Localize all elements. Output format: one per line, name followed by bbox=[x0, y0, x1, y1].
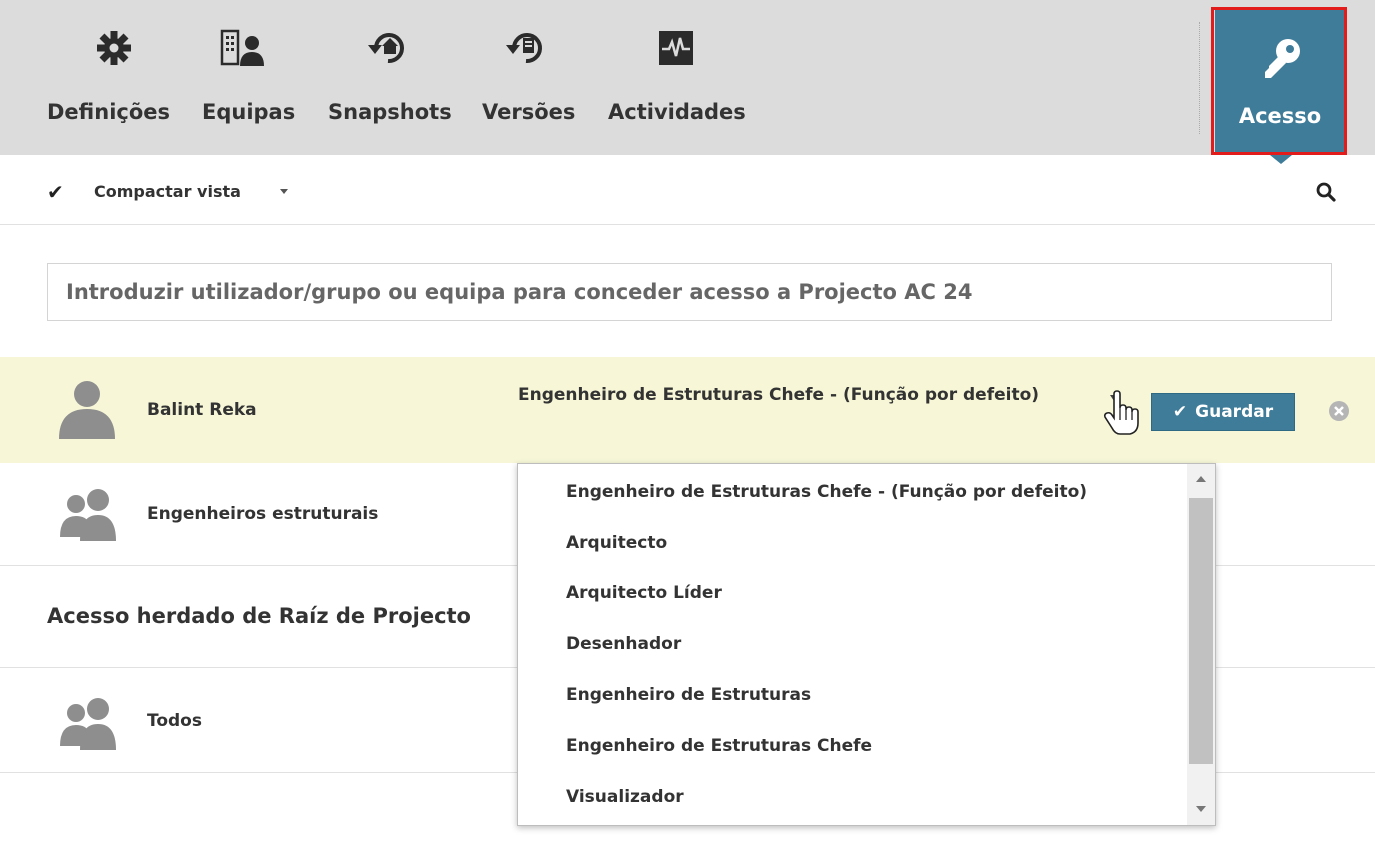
tab-snapshots[interactable]: Snapshots bbox=[328, 0, 460, 155]
chevron-down-icon[interactable] bbox=[280, 189, 288, 194]
activity-icon bbox=[659, 31, 693, 65]
versions-icon bbox=[506, 33, 542, 64]
dropdown-scrollbar[interactable] bbox=[1187, 464, 1215, 825]
role-dropdown-list: Engenheiro de Estruturas Chefe - (Função… bbox=[517, 463, 1216, 826]
user-name: Balint Reka bbox=[147, 400, 257, 420]
access-row-user: Balint Reka Engenheiro de Estruturas Che… bbox=[0, 357, 1375, 463]
tab-versoes[interactable]: Versões bbox=[482, 0, 584, 155]
scroll-up-arrow-icon[interactable] bbox=[1196, 476, 1206, 482]
view-options-bar: ✔ Compactar vista bbox=[0, 155, 1375, 225]
toolbar-separator bbox=[1199, 22, 1200, 134]
role-select[interactable]: Engenheiro de Estruturas Chefe - (Função… bbox=[518, 385, 1039, 405]
scroll-down-arrow-icon[interactable] bbox=[1196, 806, 1206, 812]
role-option[interactable]: Engenheiro de Estruturas Chefe - (Função… bbox=[566, 482, 1087, 502]
main-toolbar: Definições Equipas Snapshots Versões Act… bbox=[0, 0, 1375, 155]
snapshot-icon bbox=[368, 33, 404, 64]
tab-definicoes[interactable]: Definições bbox=[47, 0, 181, 155]
tab-acesso-label: Acesso bbox=[1238, 104, 1322, 128]
group-name: Todos bbox=[147, 711, 202, 731]
tab-equipas[interactable]: Equipas bbox=[202, 0, 302, 155]
tab-equipas-label: Equipas bbox=[202, 100, 296, 124]
role-option[interactable]: Engenheiro de Estruturas Chefe bbox=[566, 736, 872, 756]
save-button-label: Guardar bbox=[1195, 402, 1274, 422]
group-name: Engenheiros estruturais bbox=[147, 504, 379, 524]
scrollbar-thumb[interactable] bbox=[1189, 498, 1213, 764]
compact-view-toggle[interactable]: Compactar vista bbox=[94, 182, 241, 201]
grant-access-input[interactable] bbox=[47, 263, 1332, 321]
remove-circle-icon[interactable] bbox=[1328, 400, 1350, 422]
tab-acesso[interactable]: Acesso bbox=[1215, 8, 1345, 155]
role-option[interactable]: Desenhador bbox=[566, 634, 681, 654]
tab-actividades[interactable]: Actividades bbox=[608, 0, 756, 155]
hand-pointer-cursor-icon bbox=[1103, 390, 1139, 435]
team-icon bbox=[220, 29, 264, 66]
role-option[interactable]: Arquitecto Líder bbox=[566, 583, 722, 603]
search-icon[interactable] bbox=[1314, 180, 1338, 204]
tab-actividades-label: Actividades bbox=[608, 100, 746, 124]
role-option[interactable]: Visualizador bbox=[566, 787, 684, 807]
key-icon bbox=[1265, 39, 1300, 78]
tab-snapshots-label: Snapshots bbox=[328, 100, 452, 124]
check-icon: ✔ bbox=[47, 180, 64, 204]
tab-versoes-label: Versões bbox=[482, 100, 576, 124]
user-avatar-icon bbox=[59, 381, 115, 439]
group-avatar-icon bbox=[60, 698, 116, 750]
save-button[interactable]: ✔ Guardar bbox=[1151, 393, 1295, 431]
role-option[interactable]: Arquitecto bbox=[566, 533, 667, 553]
check-icon: ✔ bbox=[1172, 402, 1188, 422]
role-option[interactable]: Engenheiro de Estruturas bbox=[566, 685, 811, 705]
inherited-access-header: Acesso herdado de Raíz de Projecto bbox=[47, 604, 471, 628]
group-avatar-icon bbox=[60, 489, 116, 541]
tab-definicoes-label: Definições bbox=[47, 100, 171, 124]
gear-icon bbox=[97, 31, 131, 65]
